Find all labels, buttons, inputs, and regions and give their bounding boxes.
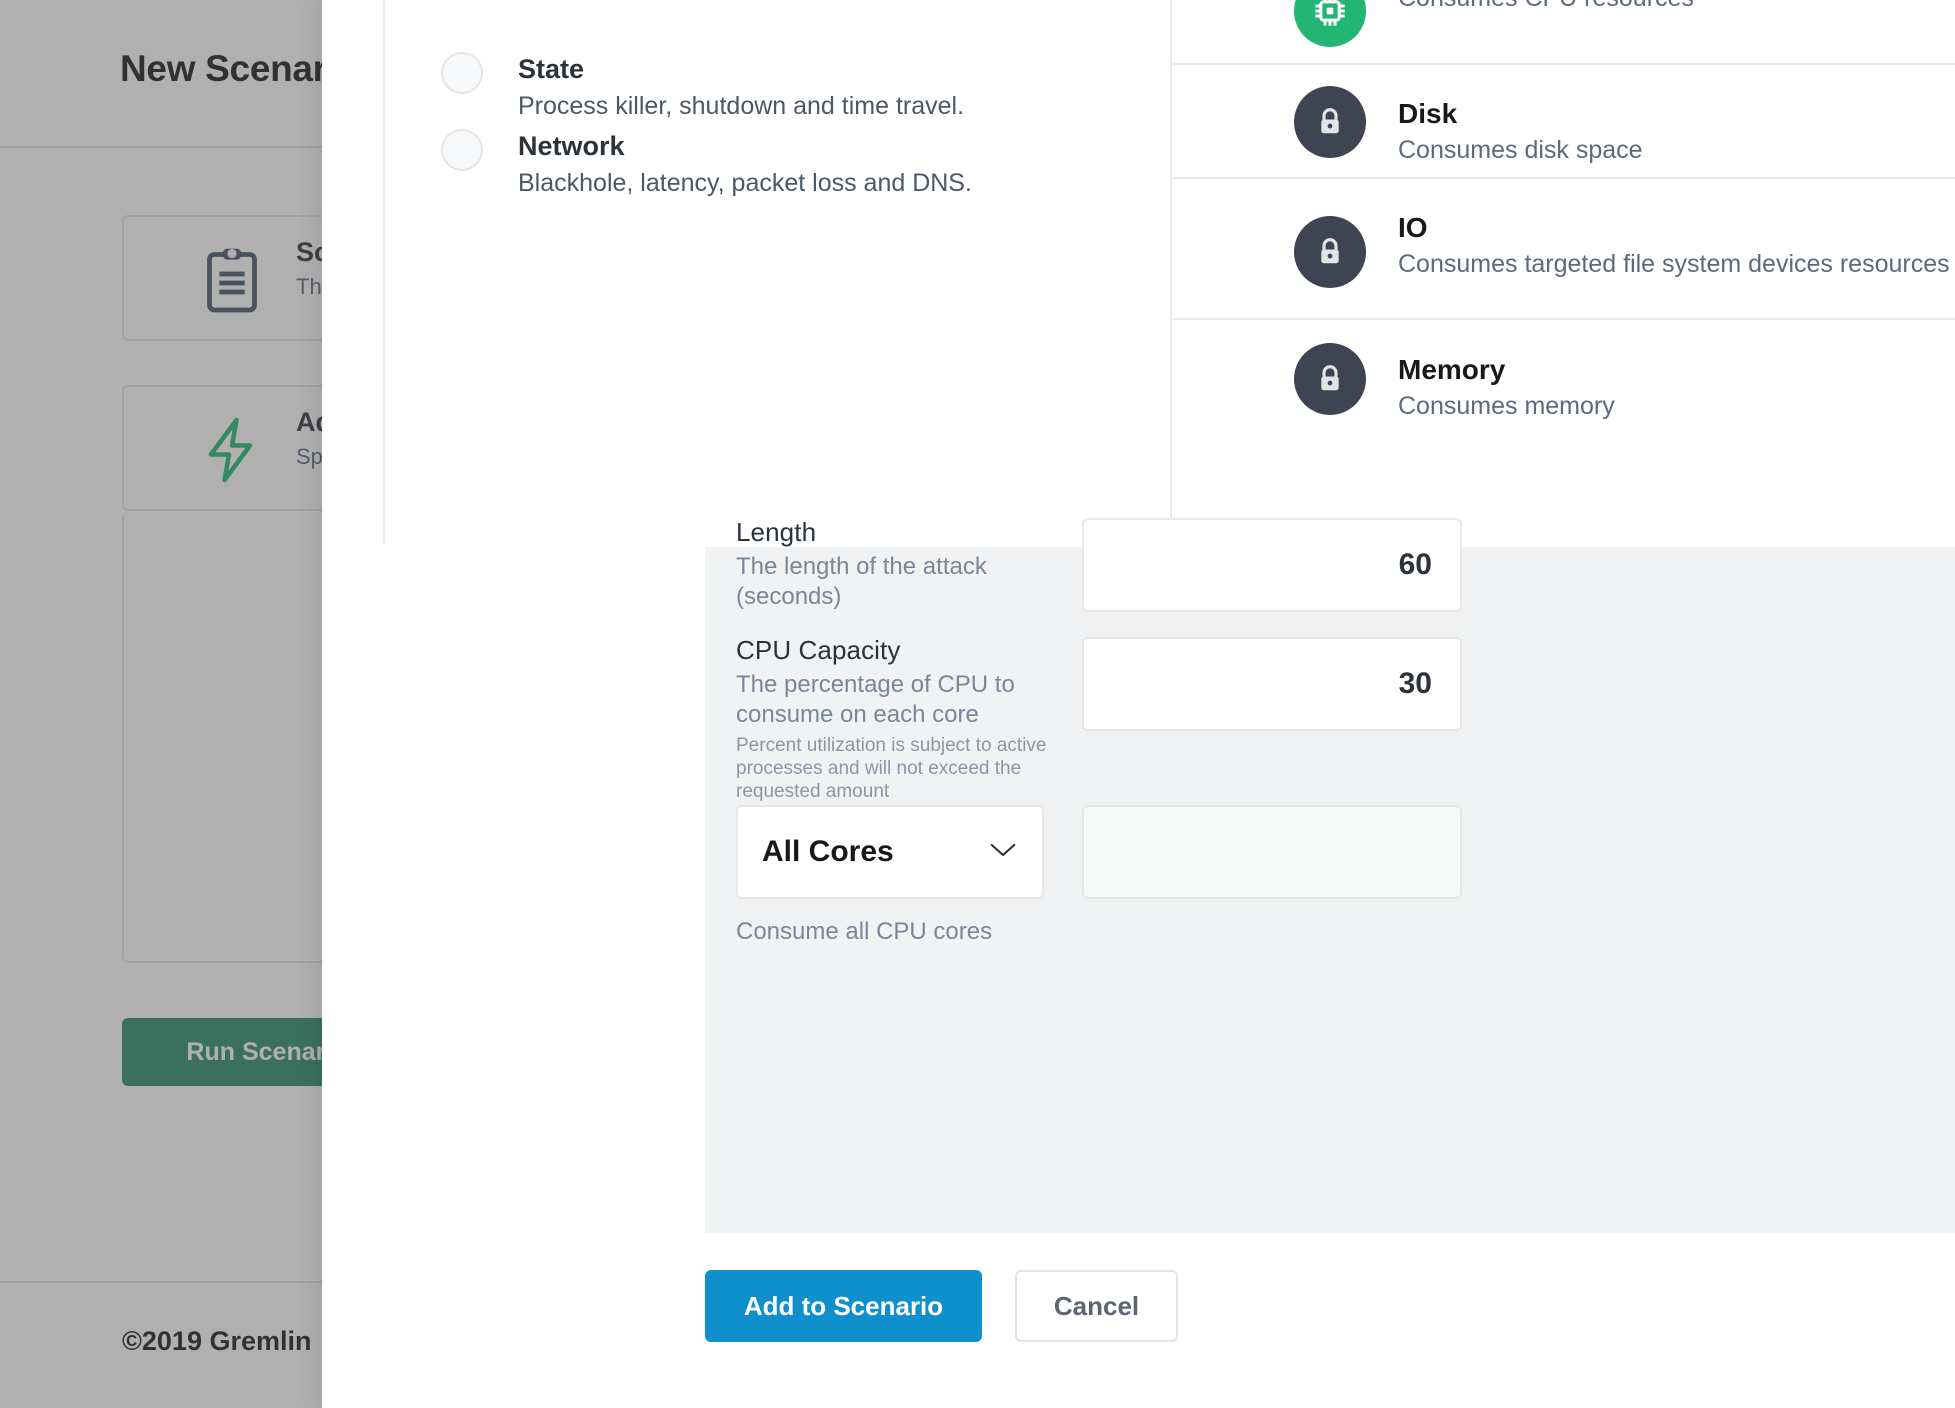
add-attack-card-text: Add Spe [296,407,322,470]
attack-category-list: Impact cores, workers, and memory. State… [383,0,1172,545]
attack-desc-cpu: Consumes CPU resources [1398,0,1955,13]
param-note-cpu-capacity: Percent utilization is subject to active… [736,735,1047,802]
param-name-cpu-capacity: CPU Capacity [736,635,901,665]
scenario-card-title: Scenario [296,237,322,267]
attack-desc-memory: Consumes memory [1398,392,1615,420]
attack-parameters-panel: Length The length of the attack (seconds… [705,517,1955,1233]
add-attack-card-title: Add [296,407,322,437]
category-item-resource[interactable]: Impact cores, workers, and memory. [385,0,1174,46]
background-page: New Scenario Scenario The [0,0,322,1408]
attack-row-io[interactable]: IO Consumes targeted file system devices… [1173,179,1955,320]
cancel-button[interactable]: Cancel [1015,1270,1178,1342]
category-item-network[interactable]: Network Blackhole, latency, packet loss … [385,129,1174,209]
attack-desc-io: Consumes targeted file system devices re… [1398,250,1950,278]
cpu-capacity-input[interactable]: 30 [1082,637,1462,731]
background-header: New Scenario [0,0,322,148]
length-input[interactable]: 60 [1082,518,1462,612]
attack-picker-modal: Impact cores, workers, and memory. State… [322,0,1955,1408]
modal-top-section: Impact cores, workers, and memory. State… [322,0,1955,545]
attack-row-cpu[interactable]: CPU Consumes CPU resources [1173,0,1955,65]
category-radio-network[interactable] [441,129,483,171]
cpu-chip-icon [1294,0,1366,47]
category-item-state[interactable]: State Process killer, shutdown and time … [385,52,1174,132]
add-attack-card[interactable]: Add Spe [122,385,322,511]
add-attack-card-subtitle: Spe [296,444,322,469]
cores-select-value: All Cores [762,835,894,868]
chevron-down-icon [988,841,1018,864]
scenario-card[interactable]: Scenario The [122,215,322,341]
add-to-scenario-button[interactable]: Add to Scenario [705,1270,982,1342]
category-desc-state: Process killer, shutdown and time travel… [518,92,965,120]
cores-select[interactable]: All Cores [736,805,1044,899]
attack-row-memory[interactable]: Memory Consumes memory [1173,320,1955,439]
lock-icon [1294,216,1366,288]
clipboard-icon [196,244,268,316]
page-title: New Scenario [120,48,322,89]
background-page-content: New Scenario Scenario The [0,0,322,1408]
category-title-state: State [518,54,585,84]
attack-type-list: CPU Consumes CPU resources Disk Consumes… [1173,0,1955,545]
copyright-text: ©2019 Gremlin [122,1326,312,1356]
cores-extra-input[interactable] [1082,805,1462,899]
category-radio-state[interactable] [441,52,483,94]
param-help-cpu-capacity: The percentage of CPU to consume on each… [736,671,1015,728]
lock-icon [1294,86,1366,158]
param-label-cpu-capacity: CPU Capacity The percentage of CPU to co… [736,635,1066,803]
attack-title-disk: Disk [1398,98,1458,129]
category-desc-network: Blackhole, latency, packet loss and DNS. [518,169,972,197]
attack-desc-disk: Consumes disk space [1398,136,1643,164]
run-scenario-button[interactable]: Run Scenario [122,1018,322,1086]
param-name-length: Length [736,517,817,547]
background-footer: ©2019 Gremlin [0,1281,322,1408]
category-title-network: Network [518,131,625,161]
param-help-length: The length of the attack (seconds) [736,553,987,610]
param-label-length: Length The length of the attack (seconds… [736,517,1066,612]
cores-select-help: Consume all CPU cores [736,918,993,945]
scenario-card-subtitle: The [296,274,322,299]
lightning-bolt-icon [196,414,268,486]
attack-title-io: IO [1398,212,1428,243]
scenario-body-panel [122,513,322,963]
attack-row-disk[interactable]: Disk Consumes disk space [1173,65,1955,179]
app-root: New Scenario Scenario The [0,0,1955,1408]
scenario-card-text: Scenario The [296,237,322,300]
lock-icon [1294,343,1366,415]
attack-title-memory: Memory [1398,354,1506,385]
